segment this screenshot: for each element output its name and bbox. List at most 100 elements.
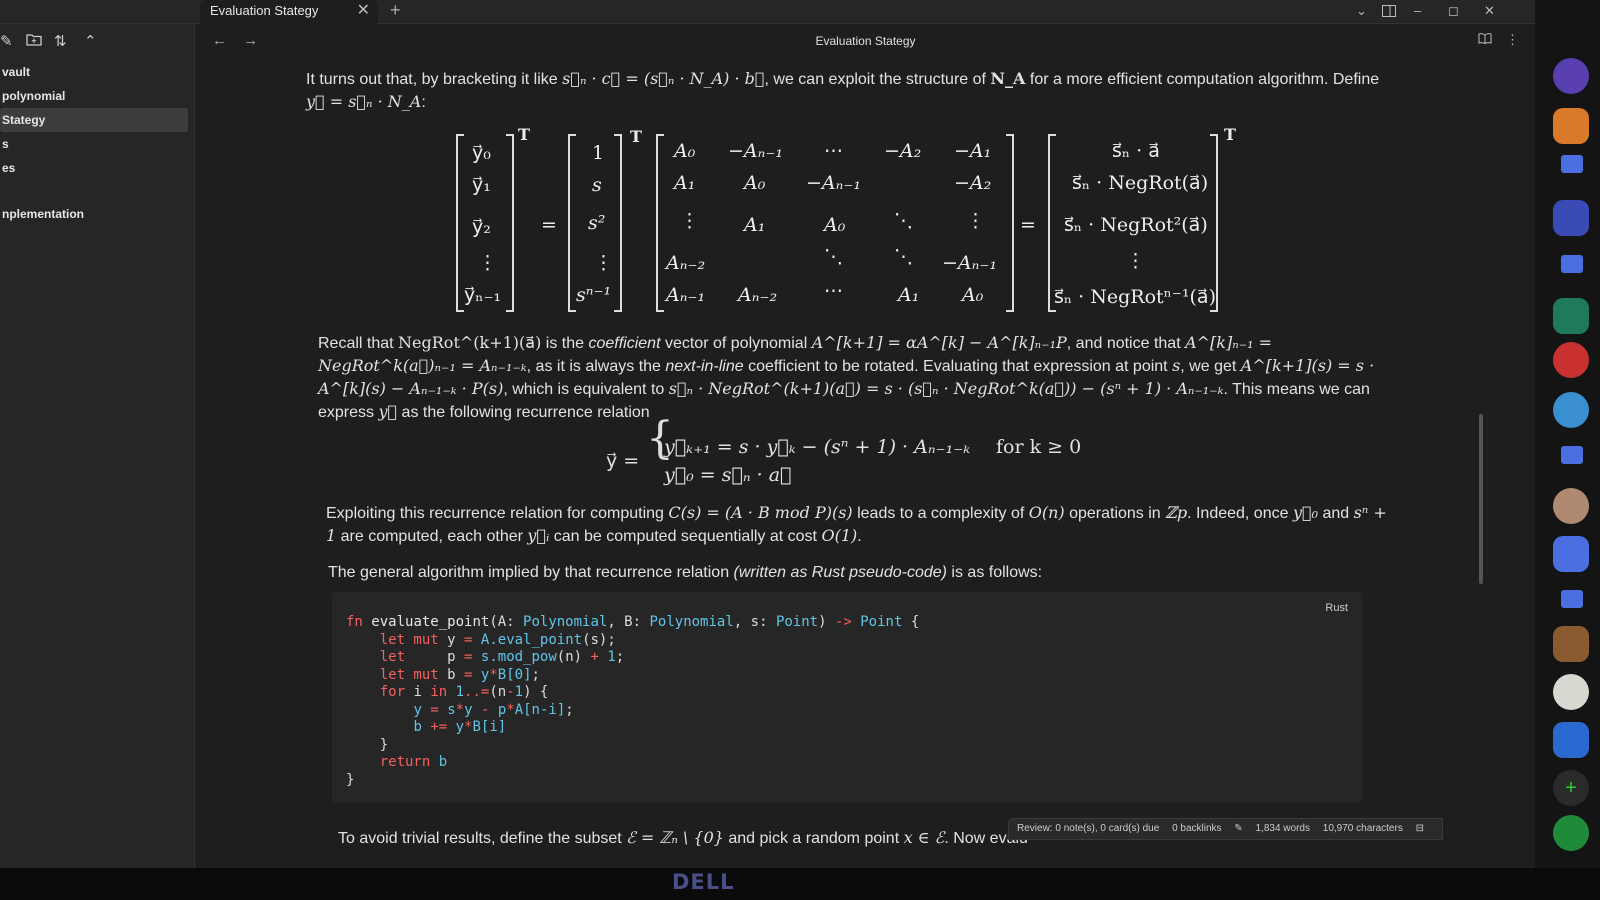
bracket (568, 134, 576, 312)
matrix-cell: A₁ (898, 284, 920, 306)
matrix-cell: Aₙ₋₂ (666, 252, 706, 274)
vertical-scrollbar[interactable] (1479, 414, 1483, 584)
app-icon[interactable] (1553, 342, 1589, 378)
recurrence-lhs: y⃗ = (606, 450, 640, 472)
math-inline: O(n) (1028, 503, 1065, 522)
matrix-cell: −Aₙ₋₁ (806, 172, 861, 194)
tab-evaluation-stategy[interactable]: Evaluation Stategy ✕ (200, 0, 378, 24)
text: The general algorithm implied by that re… (328, 564, 734, 581)
text: operations in (1064, 505, 1166, 522)
text: are computed, each other (336, 528, 528, 545)
edit-icon[interactable]: ✎ (1234, 823, 1242, 834)
folder-icon[interactable] (1561, 446, 1583, 464)
text: . (857, 528, 862, 545)
app-icon[interactable] (1553, 626, 1589, 662)
code-line: b += y*B[i] (413, 719, 507, 735)
transpose-mark: T (518, 125, 530, 144)
close-window-icon[interactable]: ✕ (1484, 0, 1495, 22)
folder-icon[interactable] (1561, 255, 1583, 273)
app-icon[interactable] (1553, 815, 1589, 851)
math-inline: y⃗ (378, 402, 398, 421)
app-icon[interactable] (1553, 298, 1589, 334)
app-icon[interactable] (1553, 536, 1589, 572)
character-count: 10,970 characters (1322, 823, 1403, 834)
text: is the (541, 335, 589, 352)
more-options-icon[interactable]: ⋮ (1506, 32, 1519, 47)
collapse-icon[interactable]: ⌃ (84, 32, 97, 50)
text: , we can exploit the structure of (764, 71, 991, 88)
folder-icon[interactable] (1561, 590, 1583, 608)
paragraph-complexity: Exploiting this recurrence relation for … (306, 502, 1396, 548)
matrix-cell: y⃗ₙ₋₁ (464, 284, 502, 306)
matrix-cell: s² (588, 212, 606, 234)
sort-icon[interactable]: ⇅ (54, 32, 67, 50)
sidebar-item-implementation[interactable]: nplementation (0, 202, 195, 226)
text: To avoid trivial results, define the sub… (338, 830, 627, 847)
app-icon[interactable] (1553, 488, 1589, 524)
bracket (456, 134, 464, 312)
equals-sign: = (541, 214, 557, 236)
app-icon[interactable] (1553, 392, 1589, 428)
math-inline: y⃗ = s⃗ₙ · N_A (306, 92, 422, 111)
sidebar-item-s[interactable]: s (0, 132, 195, 156)
tab-label: Evaluation Stategy (210, 3, 319, 18)
text: can be computed sequentially at cost (549, 528, 822, 545)
folder-icon[interactable] (1561, 155, 1583, 173)
emphasis: (written as Rust pseudo-code) (733, 564, 947, 581)
matrix-cell: −A₂ (954, 172, 992, 194)
app-icon[interactable] (1553, 200, 1589, 236)
sidebar-item-es[interactable]: es (0, 156, 195, 180)
math-inline: s⃗ₙ · c⃗ = (s⃗ₙ · N_A) · b⃗ (562, 69, 765, 88)
reading-view-icon[interactable] (1478, 32, 1496, 47)
word-count: 1,834 words (1255, 823, 1310, 834)
sidebar-item-polynomial[interactable]: polynomial (0, 84, 195, 108)
bracket (1006, 134, 1014, 312)
review-status[interactable]: Review: 0 note(s), 0 card(s) due (1017, 823, 1159, 834)
new-folder-icon[interactable] (26, 32, 42, 50)
monitor-bezel (0, 868, 1600, 900)
sidebar-item-vault[interactable]: vault (0, 60, 195, 84)
app-icon[interactable] (1553, 674, 1589, 710)
layout-icon[interactable] (1382, 0, 1396, 24)
text: vector of polynomial (660, 335, 812, 352)
math-inline: NegRot^(k+1)(a⃗) (398, 333, 542, 352)
text: , as it is always the (526, 358, 666, 375)
add-icon[interactable]: + (1553, 770, 1589, 806)
code-line: return b (379, 754, 448, 770)
matrix-cell: s⃗ₙ · NegRot(a⃗) (1072, 172, 1209, 194)
text: for a more efficient computation algorit… (1025, 71, 1380, 88)
matrix-cell: ⋮ (966, 210, 985, 232)
matrix-cell: A₀ (962, 284, 984, 306)
matrix-cell: y⃗₀ (472, 142, 491, 164)
bracket (506, 134, 514, 312)
new-tab-icon[interactable]: + (390, 0, 401, 20)
app-icon[interactable] (1553, 58, 1589, 94)
matrix-cell: y⃗₁ (472, 174, 491, 196)
tab-strip: Evaluation Stategy ✕ + ⌄ – ◻ ✕ (0, 0, 1535, 24)
code-line: } (346, 736, 389, 753)
matrix-cell: y⃗₂ (472, 216, 491, 238)
maximize-icon[interactable]: ◻ (1448, 0, 1459, 22)
bracket (656, 134, 664, 312)
matrix-cell: 1 (592, 142, 605, 164)
recurrence-line: y⃗ₖ₊₁ = s · y⃗ₖ − (sⁿ + 1) · Aₙ₋₁₋ₖ (664, 436, 971, 458)
new-note-icon[interactable]: ✎ (0, 32, 13, 50)
math-inline: N_A (990, 69, 1026, 88)
note-content: It turns out that, by bracketing it like… (306, 68, 1396, 858)
close-tab-icon[interactable]: ✕ (357, 0, 370, 22)
app-icon[interactable] (1553, 108, 1589, 144)
math-inline: A^[k+1] = αA^[k] − A^[k]ₙ₋₁P (811, 333, 1067, 352)
sidebar-item-stategy[interactable]: Stategy (0, 108, 188, 132)
matrix-cell: ⋯ (824, 140, 843, 162)
matrix-cell: A₀ (674, 140, 696, 162)
code-block[interactable]: Rust fn evaluate_point(A: Polynomial, B:… (332, 592, 1362, 803)
transpose-mark: T (1224, 125, 1236, 144)
paragraph-algorithm: The general algorithm implied by that re… (306, 562, 1396, 584)
math-inline: x ∈ ℰ (903, 828, 945, 847)
app-icon[interactable] (1553, 722, 1589, 758)
sync-lock-icon[interactable]: ⊟ (1416, 823, 1424, 834)
minimize-icon[interactable]: – (1414, 0, 1421, 22)
tab-list-chevron-icon[interactable]: ⌄ (1356, 0, 1367, 22)
backlinks-count[interactable]: 0 backlinks (1172, 823, 1221, 834)
text: is as follows: (946, 564, 1043, 581)
